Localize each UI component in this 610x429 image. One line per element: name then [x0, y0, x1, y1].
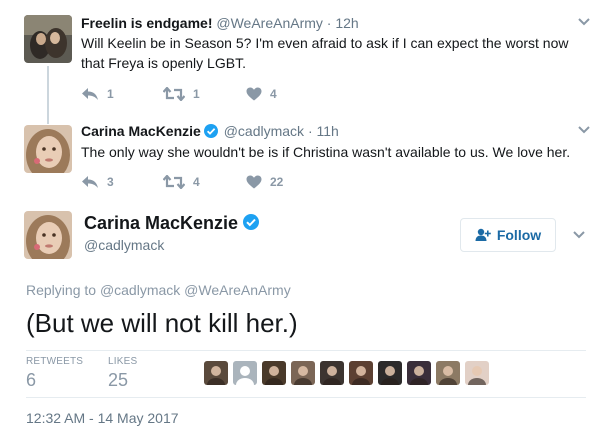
- reply-icon: [82, 88, 98, 100]
- chevron-down-icon[interactable]: [577, 125, 591, 135]
- tweet-text: (But we will not kill her.): [26, 308, 298, 338]
- like-count: 4: [270, 87, 277, 101]
- avatar[interactable]: [24, 15, 72, 63]
- avatar[interactable]: [24, 125, 72, 173]
- liker-avatar[interactable]: [320, 361, 344, 385]
- retweet-button[interactable]: 1: [163, 86, 200, 102]
- verified-badge-icon: [243, 214, 260, 230]
- reply-icon: [82, 176, 98, 188]
- add-user-icon: [475, 228, 491, 241]
- author-handle[interactable]: @cadlymack: [84, 237, 164, 253]
- reply-button[interactable]: 1: [81, 86, 114, 102]
- likes-label[interactable]: LIKES: [108, 356, 137, 367]
- liker-avatar[interactable]: [465, 361, 489, 385]
- heart-icon: [246, 87, 262, 101]
- replying-to: Replying to @cadlymack @WeAreAnArmy: [26, 282, 291, 298]
- author-name[interactable]: Freelin is endgame!: [81, 15, 212, 31]
- author-name[interactable]: Carina MacKenzie: [81, 123, 201, 139]
- retweet-count: 4: [193, 175, 200, 189]
- liker-avatar[interactable]: [233, 361, 257, 385]
- liker-avatar[interactable]: [378, 361, 402, 385]
- liker-avatar[interactable]: [262, 361, 286, 385]
- retweet-icon: [163, 87, 185, 101]
- verified-badge-icon: [203, 124, 218, 138]
- retweet-icon: [163, 175, 185, 189]
- reply-count: 3: [107, 175, 114, 189]
- author-name-row: Carina MacKenzie: [84, 213, 261, 234]
- replying-prefix: Replying to: [26, 282, 97, 298]
- heart-icon: [246, 175, 262, 189]
- chevron-down-icon[interactable]: [572, 230, 586, 240]
- like-button[interactable]: 22: [246, 174, 283, 190]
- tweet-timestamp[interactable]: 12:32 AM - 14 May 2017: [26, 410, 179, 426]
- liker-avatar[interactable]: [349, 361, 373, 385]
- reply-count: 1: [107, 87, 114, 101]
- like-button[interactable]: 4: [246, 86, 277, 102]
- follow-button[interactable]: Follow: [460, 218, 556, 252]
- liker-avatar[interactable]: [291, 361, 315, 385]
- divider: [26, 397, 586, 398]
- avatar-image: [24, 15, 72, 63]
- liker-avatar[interactable]: [436, 361, 460, 385]
- follow-label: Follow: [496, 227, 542, 243]
- thread-connector: [47, 66, 49, 124]
- tweet-header: Carina MacKenzie @cadlymack · 11h: [81, 123, 339, 139]
- author-name[interactable]: Carina MacKenzie: [84, 213, 238, 233]
- author-handle[interactable]: @WeAreAnArmy: [216, 15, 323, 31]
- retweet-button[interactable]: 4: [163, 174, 200, 190]
- divider: [26, 350, 586, 351]
- avatar[interactable]: [24, 211, 72, 259]
- retweets-count[interactable]: 6: [26, 370, 36, 391]
- author-handle[interactable]: @cadlymack: [224, 123, 304, 139]
- chevron-down-icon[interactable]: [577, 17, 591, 27]
- separator-dot: ·: [307, 123, 313, 139]
- like-count: 22: [270, 175, 284, 189]
- tweet-header: Freelin is endgame! @WeAreAnArmy · 12h: [81, 15, 359, 31]
- tweet-text: The only way she wouldn't be is if Chris…: [81, 144, 571, 160]
- reply-button[interactable]: 3: [81, 174, 114, 190]
- separator-dot: ·: [326, 15, 332, 31]
- avatar-image: [24, 125, 72, 173]
- replying-handles[interactable]: @cadlymack @WeAreAnArmy: [100, 282, 291, 298]
- tweet-time[interactable]: 12h: [335, 15, 358, 31]
- likes-count[interactable]: 25: [108, 370, 128, 391]
- liker-avatar[interactable]: [407, 361, 431, 385]
- liker-avatar[interactable]: [204, 361, 228, 385]
- avatar-image: [24, 211, 72, 259]
- retweets-label[interactable]: RETWEETS: [26, 356, 83, 367]
- tweet-time[interactable]: 11h: [317, 123, 339, 139]
- retweet-count: 1: [193, 87, 200, 101]
- tweet-text: Will Keelin be in Season 5? I'm even afr…: [81, 35, 569, 71]
